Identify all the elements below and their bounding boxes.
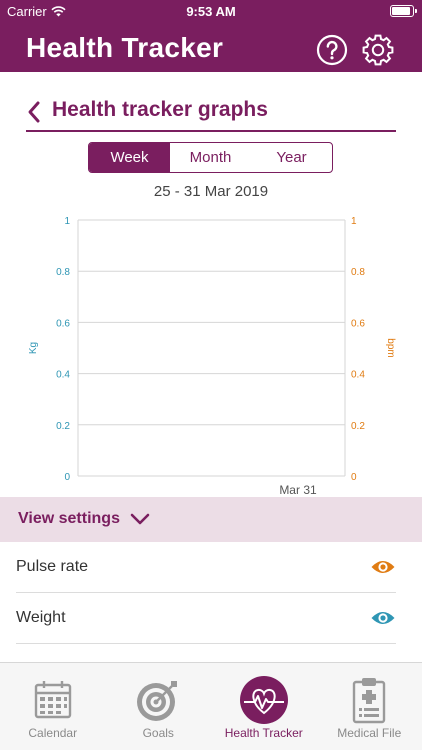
calendar-icon [34,681,71,719]
y-tick-label-left: 0.2 [56,421,70,432]
y-tick-label-left: 1 [64,216,70,227]
y-tick-label-left: 0.6 [56,318,70,329]
tab-calendar[interactable]: Calendar [0,663,106,750]
tab-medical-file[interactable]: Medical File [317,663,422,750]
back-chevron-icon[interactable] [26,100,42,124]
chart-svg: 0 0 0.2 0.2 0.4 0.4 0.6 0.6 0.8 0.8 1 1 Kg bpm Mar 31 [28,216,396,495]
y-tick-label-right: 0 [351,472,357,483]
y-tick-label-right: 0.6 [351,318,365,329]
date-range-label: 25 - 31 Mar 2019 [153,183,269,200]
eye-icon[interactable] [370,609,396,627]
y-tick-label-left: 0.8 [56,267,70,278]
y-tick-label-right: 1 [351,216,357,227]
weight-row[interactable]: Weight [16,593,396,644]
status-bar: Carrier 9:53 AM [0,0,422,22]
view-settings-label: View settings [18,510,120,527]
pulse-rate-label: Pulse rate [16,558,89,575]
gear-icon[interactable] [362,34,394,66]
tab-month[interactable]: Month [170,143,251,172]
battery-icon [390,5,417,17]
eye-icon[interactable] [370,558,396,576]
page-title: Health tracker graphs [52,98,268,121]
target-icon [137,681,178,721]
tab-goals-label: Goals [142,726,174,740]
status-time: 9:53 AM [186,4,236,19]
chevron-down-icon [130,513,150,525]
tab-goals[interactable]: Goals [106,663,212,750]
weight-label: Weight [16,609,66,626]
tab-health-tracker[interactable]: Health Tracker [211,663,317,750]
view-settings-toggle[interactable]: View settings [0,497,422,542]
sub-header: Health tracker graphs [26,92,396,132]
tab-health-tracker-label: Health Tracker [224,726,303,740]
tab-medical-file-label: Medical File [337,726,402,740]
y-axis-label-left: Kg [28,342,39,354]
y-axis-label-right: bpm [385,338,396,357]
app-title: Health Tracker [26,32,224,63]
y-tick-label-right: 0.2 [351,421,365,432]
y-tick-label-left: 0.4 [56,370,70,381]
tab-year[interactable]: Year [251,143,332,172]
y-tick-label-right: 0.8 [351,267,365,278]
tab-calendar-label: Calendar [28,726,78,740]
heart-pulse-icon [239,676,288,724]
health-chart: 0 0 0.2 0.2 0.4 0.4 0.6 0.6 0.8 0.8 1 1 Kg bpm Mar 31 [0,205,422,495]
y-tick-label-left: 0 [64,472,70,483]
y-tick-label-right: 0.4 [351,370,365,381]
x-tick-label: Mar 31 [279,483,317,495]
bottom-tab-bar: Calendar Goals Health Tracker Medical Fi… [0,662,422,750]
tab-week[interactable]: Week [89,143,170,172]
clipboard-medical-icon [353,678,386,724]
range-selector: Week Month Year [88,142,333,173]
pulse-rate-row[interactable]: Pulse rate [16,542,396,593]
help-icon[interactable] [316,34,348,66]
app-bar: Health Tracker [0,22,422,72]
